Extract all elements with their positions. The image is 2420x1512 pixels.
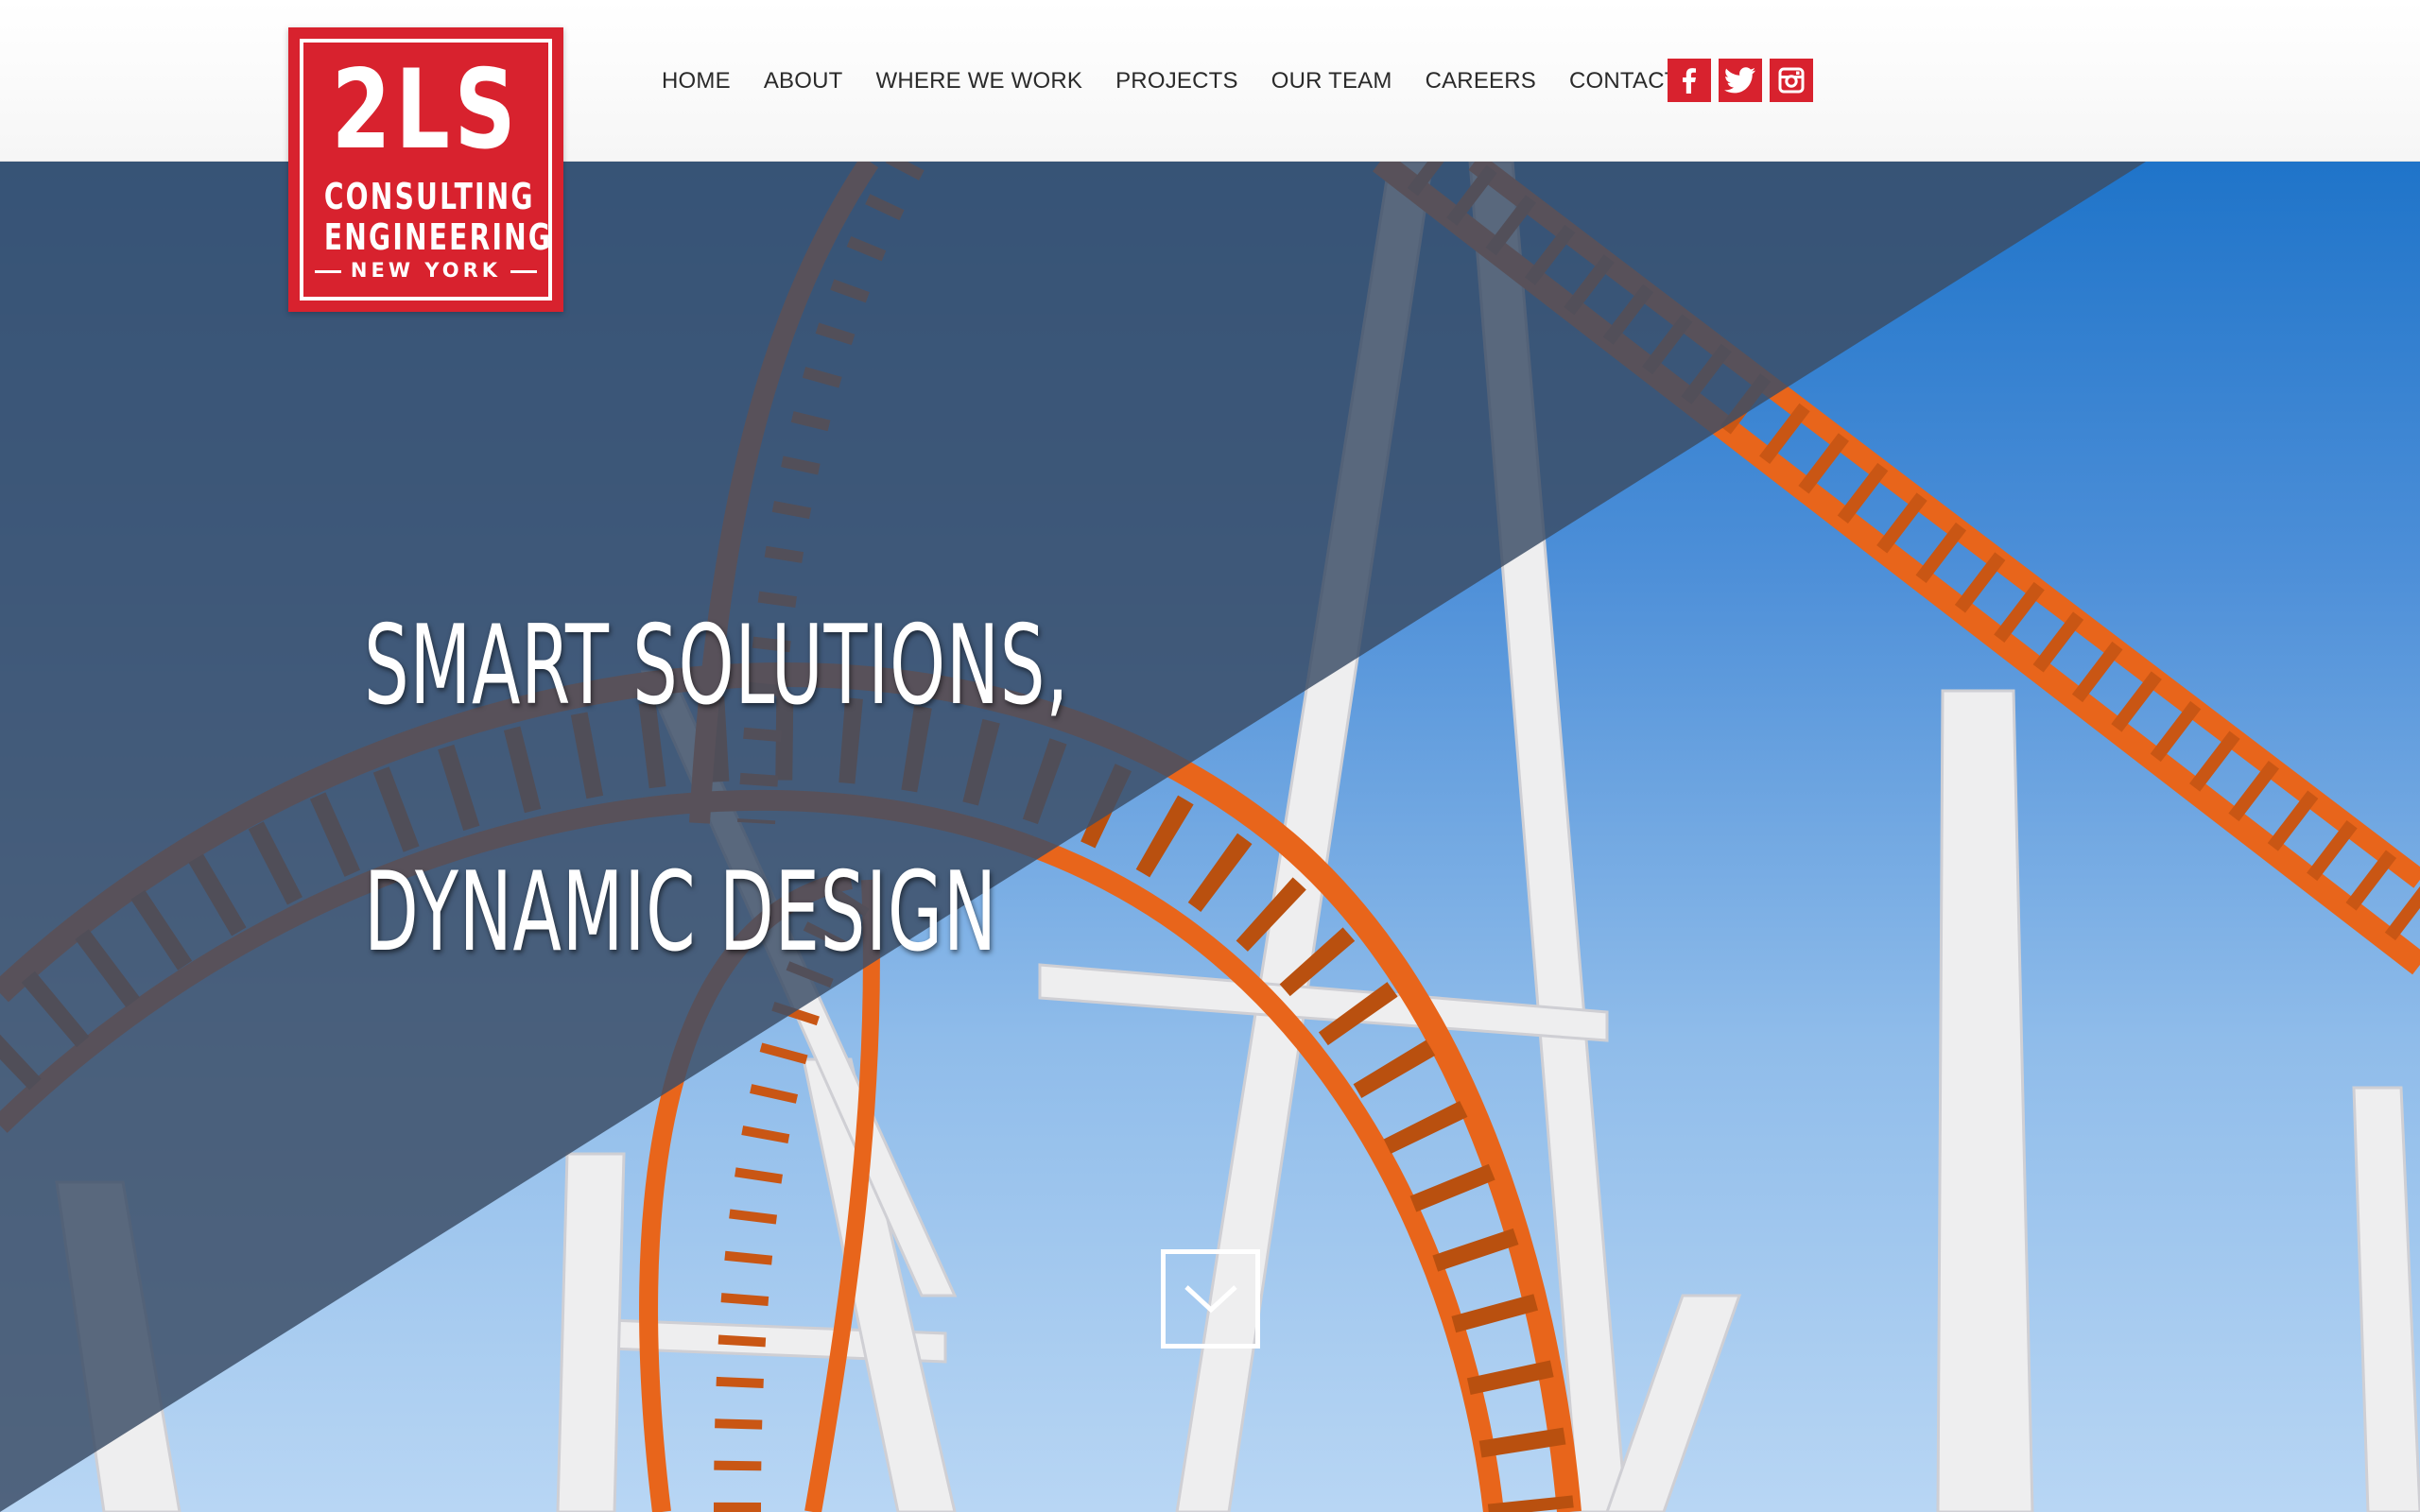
instagram-button[interactable] <box>1770 59 1813 102</box>
site-logo[interactable]: 2LS CONSULTING ENGINEERING NEW YORK <box>288 27 563 312</box>
diagonal-overlay <box>0 162 2146 1512</box>
twitter-button[interactable] <box>1719 59 1762 102</box>
hero-headline-1: SMART SOLUTIONS, <box>364 602 1069 730</box>
nav-where-we-work[interactable]: WHERE WE WORK <box>876 68 1083 94</box>
hero-banner: SMART SOLUTIONS, DYNAMIC DESIGN <box>0 162 2420 1512</box>
twitter-icon <box>1724 67 1755 94</box>
social-links <box>1668 59 1821 102</box>
logo-line-consulting: CONSULTING <box>323 176 535 217</box>
page: SMART SOLUTIONS, DYNAMIC DESIGN HOME ABO… <box>0 0 2420 1512</box>
nav-careers[interactable]: CAREERS <box>1426 68 1536 94</box>
nav-home[interactable]: HOME <box>662 68 731 94</box>
chevron-down-icon <box>1184 1284 1237 1313</box>
nav-about[interactable]: ABOUT <box>764 68 843 94</box>
nav-contact[interactable]: CONTACT <box>1569 68 1679 94</box>
nav-projects[interactable]: PROJECTS <box>1115 68 1238 94</box>
nav-our-team[interactable]: OUR TEAM <box>1271 68 1392 94</box>
scroll-down-button[interactable] <box>1161 1249 1260 1349</box>
facebook-button[interactable] <box>1668 59 1711 102</box>
instagram-icon <box>1778 67 1805 94</box>
hero-headline-2: DYNAMIC DESIGN <box>364 849 997 976</box>
logo-location: NEW YORK <box>288 259 563 282</box>
logo-line-engineering: ENGINEERING <box>323 216 553 258</box>
logo-wordmark: 2LS <box>331 46 521 174</box>
facebook-icon <box>1683 68 1696 94</box>
main-nav: HOME ABOUT WHERE WE WORK PROJECTS OUR TE… <box>662 62 1712 100</box>
